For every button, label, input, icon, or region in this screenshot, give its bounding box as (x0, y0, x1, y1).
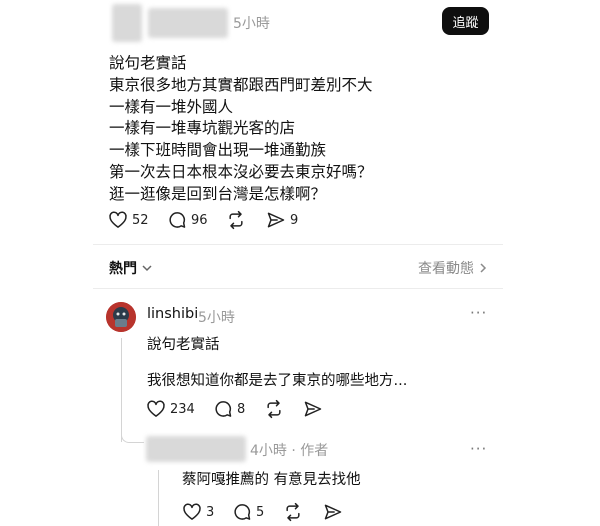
heart-icon (109, 211, 127, 228)
comment-reply-button[interactable]: 8 (213, 399, 245, 419)
comment-share-button[interactable] (303, 399, 323, 419)
post-text: 說句老實話 東京很多地方其實都跟西門町差別不大 一樣有一堆外國人 一樣有一堆專坑… (109, 53, 373, 206)
sort-label: 熱門 (109, 261, 137, 277)
post-line: 一樣有一堆專坑觀光客的店 (109, 119, 296, 138)
avatar[interactable] (106, 302, 136, 332)
divider (93, 288, 503, 289)
more-options-button[interactable]: ··· (470, 304, 487, 322)
blurred-username (146, 436, 246, 462)
heart-icon (183, 503, 201, 520)
post-time: 5小時 (233, 16, 270, 32)
repost-icon (267, 399, 281, 419)
chevron-right-icon (480, 263, 487, 273)
reply-thread-line (158, 470, 159, 526)
post-like-button[interactable]: 52 (108, 210, 149, 230)
send-icon (304, 401, 322, 417)
comment-count: 8 (237, 401, 246, 417)
reply-comment-button[interactable]: 5 (232, 502, 264, 522)
reply-text: 蔡阿嘎推薦的 有意見去找他 (182, 472, 361, 488)
comment-like-button[interactable]: 234 (146, 399, 195, 419)
reply-time: 4小時 · 作者 (250, 443, 329, 459)
comment-icon (234, 504, 251, 520)
send-icon (324, 504, 342, 520)
comment-count: 96 (191, 212, 208, 228)
share-count: 9 (290, 212, 299, 228)
divider (93, 244, 503, 245)
post-share-button[interactable]: 9 (266, 210, 298, 230)
post-line: 說句老實話 (109, 54, 187, 72)
comment-repost-button[interactable] (264, 399, 284, 419)
reply-like-button[interactable]: 3 (182, 502, 214, 522)
comment-text-line: 我很想知道你都是去了東京的哪些地方... (147, 373, 408, 389)
comment-username[interactable]: linshibi (147, 306, 198, 322)
avatar-image (106, 302, 136, 332)
post-line: 逛一逛像是回到台灣是怎樣啊？ (109, 184, 327, 203)
heart-icon (147, 400, 165, 417)
like-count: 52 (132, 212, 149, 228)
post-line: 第一次去日本根本沒必要去東京好嗎？ (109, 162, 373, 181)
repost-icon (229, 210, 243, 230)
blurred-username (148, 8, 228, 38)
like-count: 3 (206, 504, 215, 520)
chevron-down-icon (142, 265, 152, 272)
post-line: 東京很多地方其實都跟西門町差別不大 (109, 75, 373, 94)
post-repost-button[interactable] (226, 210, 246, 230)
comment-time: 5小時 (198, 310, 235, 326)
comment-text-line: 說句老實話 (147, 337, 220, 353)
view-activity-label: 查看動態 (418, 261, 474, 277)
blurred-avatar (112, 4, 142, 42)
reply-thread-line (121, 338, 122, 442)
comment-count: 5 (256, 504, 265, 520)
post-line: 一樣有一堆外國人 (109, 97, 234, 116)
thread-branch (121, 432, 144, 443)
send-icon (267, 212, 285, 228)
reply-repost-button[interactable] (283, 502, 303, 522)
repost-icon (286, 502, 300, 522)
comment-icon (215, 401, 232, 417)
sort-dropdown[interactable]: 熱門 (109, 258, 153, 278)
view-activity-link[interactable]: 查看動態 (418, 258, 488, 278)
like-count: 234 (170, 401, 195, 417)
post-comment-button[interactable]: 96 (167, 210, 208, 230)
post-line: 一樣下班時間會出現一堆通勤族 (109, 141, 327, 160)
comment-icon (169, 212, 186, 228)
reply-share-button[interactable] (323, 502, 343, 522)
more-options-button[interactable]: ··· (470, 440, 487, 458)
follow-button[interactable]: 追蹤 (442, 7, 489, 35)
